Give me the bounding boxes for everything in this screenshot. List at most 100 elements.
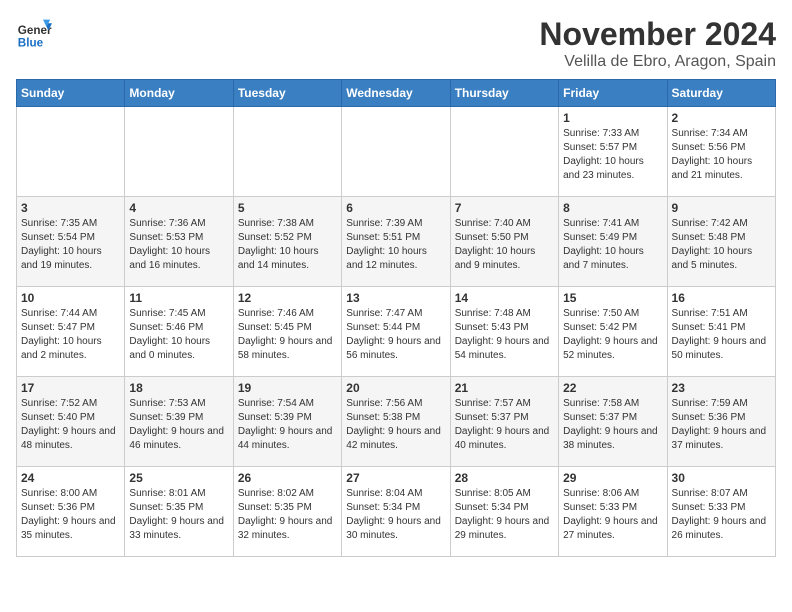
day-number: 24	[21, 471, 120, 485]
header-row: SundayMondayTuesdayWednesdayThursdayFrid…	[17, 80, 776, 107]
day-info: Sunrise: 8:04 AM Sunset: 5:34 PM Dayligh…	[346, 487, 445, 543]
calendar-cell	[233, 107, 341, 197]
day-info: Sunrise: 7:35 AM Sunset: 5:54 PM Dayligh…	[21, 217, 120, 273]
month-title: November 2024	[539, 16, 776, 53]
day-info: Sunrise: 7:46 AM Sunset: 5:45 PM Dayligh…	[238, 307, 337, 363]
calendar-cell: 10 Sunrise: 7:44 AM Sunset: 5:47 PM Dayli…	[17, 287, 125, 377]
day-number: 8	[563, 201, 662, 215]
calendar-cell: 4 Sunrise: 7:36 AM Sunset: 5:53 PM Daylig…	[125, 197, 233, 287]
day-info: Sunrise: 7:34 AM Sunset: 5:56 PM Dayligh…	[672, 127, 771, 183]
day-info: Sunrise: 7:39 AM Sunset: 5:51 PM Dayligh…	[346, 217, 445, 273]
calendar-cell: 13 Sunrise: 7:47 AM Sunset: 5:44 PM Dayli…	[342, 287, 450, 377]
day-info: Sunrise: 8:00 AM Sunset: 5:36 PM Dayligh…	[21, 487, 120, 543]
header-day: Wednesday	[342, 80, 450, 107]
calendar-week: 24 Sunrise: 8:00 AM Sunset: 5:36 PM Dayli…	[17, 467, 776, 557]
calendar-cell: 3 Sunrise: 7:35 AM Sunset: 5:54 PM Daylig…	[17, 197, 125, 287]
day-number: 30	[672, 471, 771, 485]
calendar-week: 10 Sunrise: 7:44 AM Sunset: 5:47 PM Dayli…	[17, 287, 776, 377]
day-info: Sunrise: 7:56 AM Sunset: 5:38 PM Dayligh…	[346, 397, 445, 453]
day-info: Sunrise: 7:52 AM Sunset: 5:40 PM Dayligh…	[21, 397, 120, 453]
calendar-cell: 12 Sunrise: 7:46 AM Sunset: 5:45 PM Dayli…	[233, 287, 341, 377]
calendar-week: 1 Sunrise: 7:33 AM Sunset: 5:57 PM Daylig…	[17, 107, 776, 197]
calendar-cell: 30 Sunrise: 8:07 AM Sunset: 5:33 PM Dayli…	[667, 467, 775, 557]
calendar-cell: 21 Sunrise: 7:57 AM Sunset: 5:37 PM Dayli…	[450, 377, 558, 467]
day-number: 19	[238, 381, 337, 395]
day-number: 3	[21, 201, 120, 215]
calendar-week: 17 Sunrise: 7:52 AM Sunset: 5:40 PM Dayli…	[17, 377, 776, 467]
header-day: Friday	[559, 80, 667, 107]
calendar-cell: 19 Sunrise: 7:54 AM Sunset: 5:39 PM Dayli…	[233, 377, 341, 467]
day-number: 14	[455, 291, 554, 305]
calendar-cell: 2 Sunrise: 7:34 AM Sunset: 5:56 PM Daylig…	[667, 107, 775, 197]
logo: General Blue	[16, 16, 52, 52]
day-number: 22	[563, 381, 662, 395]
header-day: Sunday	[17, 80, 125, 107]
day-number: 15	[563, 291, 662, 305]
title-area: November 2024 Velilla de Ebro, Aragon, S…	[539, 16, 776, 71]
calendar-cell: 27 Sunrise: 8:04 AM Sunset: 5:34 PM Dayli…	[342, 467, 450, 557]
day-number: 25	[129, 471, 228, 485]
calendar-table: SundayMondayTuesdayWednesdayThursdayFrid…	[16, 79, 776, 557]
day-number: 9	[672, 201, 771, 215]
calendar-cell	[342, 107, 450, 197]
day-number: 2	[672, 111, 771, 125]
calendar-cell: 23Sunrise: 7:59 AM Sunset: 5:36 PM Dayli…	[667, 377, 775, 467]
day-info: Sunrise: 7:47 AM Sunset: 5:44 PM Dayligh…	[346, 307, 445, 363]
day-info: Sunrise: 7:57 AM Sunset: 5:37 PM Dayligh…	[455, 397, 554, 453]
calendar-cell: 14 Sunrise: 7:48 AM Sunset: 5:43 PM Dayli…	[450, 287, 558, 377]
calendar-cell: 16Sunrise: 7:51 AM Sunset: 5:41 PM Dayli…	[667, 287, 775, 377]
day-info: Sunrise: 7:33 AM Sunset: 5:57 PM Dayligh…	[563, 127, 662, 183]
calendar-cell: 5Sunrise: 7:38 AM Sunset: 5:52 PM Daylig…	[233, 197, 341, 287]
day-info: Sunrise: 7:54 AM Sunset: 5:39 PM Dayligh…	[238, 397, 337, 453]
day-number: 12	[238, 291, 337, 305]
day-number: 10	[21, 291, 120, 305]
day-number: 7	[455, 201, 554, 215]
day-number: 13	[346, 291, 445, 305]
day-number: 27	[346, 471, 445, 485]
calendar-cell: 28Sunrise: 8:05 AM Sunset: 5:34 PM Dayli…	[450, 467, 558, 557]
svg-text:Blue: Blue	[18, 37, 44, 50]
day-info: Sunrise: 8:07 AM Sunset: 5:33 PM Dayligh…	[672, 487, 771, 543]
calendar-cell	[450, 107, 558, 197]
day-info: Sunrise: 8:06 AM Sunset: 5:33 PM Dayligh…	[563, 487, 662, 543]
calendar-cell: 17 Sunrise: 7:52 AM Sunset: 5:40 PM Dayli…	[17, 377, 125, 467]
day-info: Sunrise: 7:48 AM Sunset: 5:43 PM Dayligh…	[455, 307, 554, 363]
calendar-cell: 29 Sunrise: 8:06 AM Sunset: 5:33 PM Dayli…	[559, 467, 667, 557]
calendar-cell: 1 Sunrise: 7:33 AM Sunset: 5:57 PM Daylig…	[559, 107, 667, 197]
day-number: 11	[129, 291, 228, 305]
day-number: 28	[455, 471, 554, 485]
logo-icon: General Blue	[16, 16, 52, 52]
day-number: 29	[563, 471, 662, 485]
day-info: Sunrise: 8:02 AM Sunset: 5:35 PM Dayligh…	[238, 487, 337, 543]
calendar-cell: 9Sunrise: 7:42 AM Sunset: 5:48 PM Daylig…	[667, 197, 775, 287]
calendar-cell: 8 Sunrise: 7:41 AM Sunset: 5:49 PM Daylig…	[559, 197, 667, 287]
header: General Blue November 2024 Velilla de Eb…	[16, 16, 776, 71]
day-info: Sunrise: 7:44 AM Sunset: 5:47 PM Dayligh…	[21, 307, 120, 363]
calendar-cell: 18Sunrise: 7:53 AM Sunset: 5:39 PM Dayli…	[125, 377, 233, 467]
calendar-cell: 22 Sunrise: 7:58 AM Sunset: 5:37 PM Dayli…	[559, 377, 667, 467]
calendar-cell: 24 Sunrise: 8:00 AM Sunset: 5:36 PM Dayli…	[17, 467, 125, 557]
calendar-cell: 15Sunrise: 7:50 AM Sunset: 5:42 PM Dayli…	[559, 287, 667, 377]
calendar-cell: 26Sunrise: 8:02 AM Sunset: 5:35 PM Dayli…	[233, 467, 341, 557]
calendar-week: 3 Sunrise: 7:35 AM Sunset: 5:54 PM Daylig…	[17, 197, 776, 287]
day-number: 4	[129, 201, 228, 215]
day-info: Sunrise: 7:45 AM Sunset: 5:46 PM Dayligh…	[129, 307, 228, 363]
calendar-cell: 20Sunrise: 7:56 AM Sunset: 5:38 PM Dayli…	[342, 377, 450, 467]
day-number: 1	[563, 111, 662, 125]
day-number: 6	[346, 201, 445, 215]
day-info: Sunrise: 7:59 AM Sunset: 5:36 PM Dayligh…	[672, 397, 771, 453]
day-number: 5	[238, 201, 337, 215]
day-info: Sunrise: 7:41 AM Sunset: 5:49 PM Dayligh…	[563, 217, 662, 273]
header-day: Tuesday	[233, 80, 341, 107]
day-number: 21	[455, 381, 554, 395]
day-number: 17	[21, 381, 120, 395]
calendar-cell	[125, 107, 233, 197]
location: Velilla de Ebro, Aragon, Spain	[539, 53, 776, 71]
calendar-cell: 7Sunrise: 7:40 AM Sunset: 5:50 PM Daylig…	[450, 197, 558, 287]
day-info: Sunrise: 7:58 AM Sunset: 5:37 PM Dayligh…	[563, 397, 662, 453]
day-info: Sunrise: 7:36 AM Sunset: 5:53 PM Dayligh…	[129, 217, 228, 273]
calendar-cell: 6 Sunrise: 7:39 AM Sunset: 5:51 PM Daylig…	[342, 197, 450, 287]
header-day: Monday	[125, 80, 233, 107]
calendar-cell: 25Sunrise: 8:01 AM Sunset: 5:35 PM Dayli…	[125, 467, 233, 557]
day-number: 16	[672, 291, 771, 305]
